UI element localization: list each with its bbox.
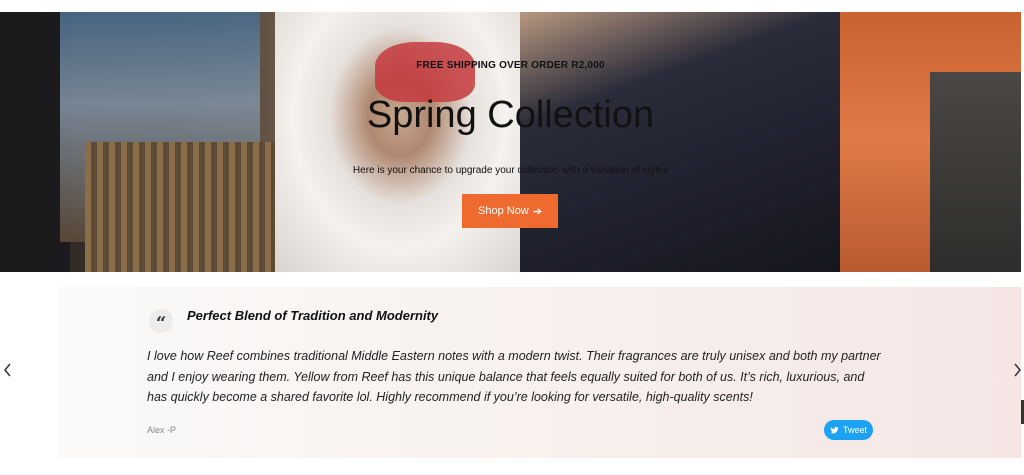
tweet-label: Tweet: [842, 425, 867, 435]
twitter-bird-icon: [830, 426, 839, 434]
carousel-next-button[interactable]: [1010, 360, 1024, 380]
shipping-notice: FREE SHIPPING OVER ORDER R2,000: [416, 60, 605, 71]
hero-content: FREE SHIPPING OVER ORDER R2,000 Spring C…: [0, 12, 1021, 272]
page: FREE SHIPPING OVER ORDER R2,000 Spring C…: [0, 0, 1024, 475]
shop-now-button[interactable]: Shop Now ➔: [462, 194, 558, 228]
hero-banner: FREE SHIPPING OVER ORDER R2,000 Spring C…: [0, 12, 1021, 272]
carousel-prev-button[interactable]: [0, 360, 14, 380]
tweet-button[interactable]: Tweet: [824, 420, 873, 440]
testimonial-body: I love how Reef combines traditional Mid…: [147, 349, 881, 404]
quote-icon: “: [149, 309, 173, 333]
testimonial-title: Perfect Blend of Tradition and Modernity: [187, 308, 439, 323]
testimonial-card: “ Perfect Blend of Tradition and Moderni…: [59, 287, 1021, 458]
hero-title: Spring Collection: [366, 94, 655, 136]
hero-subtitle: Here is your chance to upgrade your coll…: [352, 165, 669, 176]
testimonial-author: Alex -P: [147, 425, 177, 435]
chevron-right-icon: [1013, 363, 1021, 377]
shop-now-label: Shop Now: [478, 205, 529, 217]
chevron-left-icon: [3, 363, 11, 377]
arrow-right-icon: ➔: [532, 205, 542, 218]
